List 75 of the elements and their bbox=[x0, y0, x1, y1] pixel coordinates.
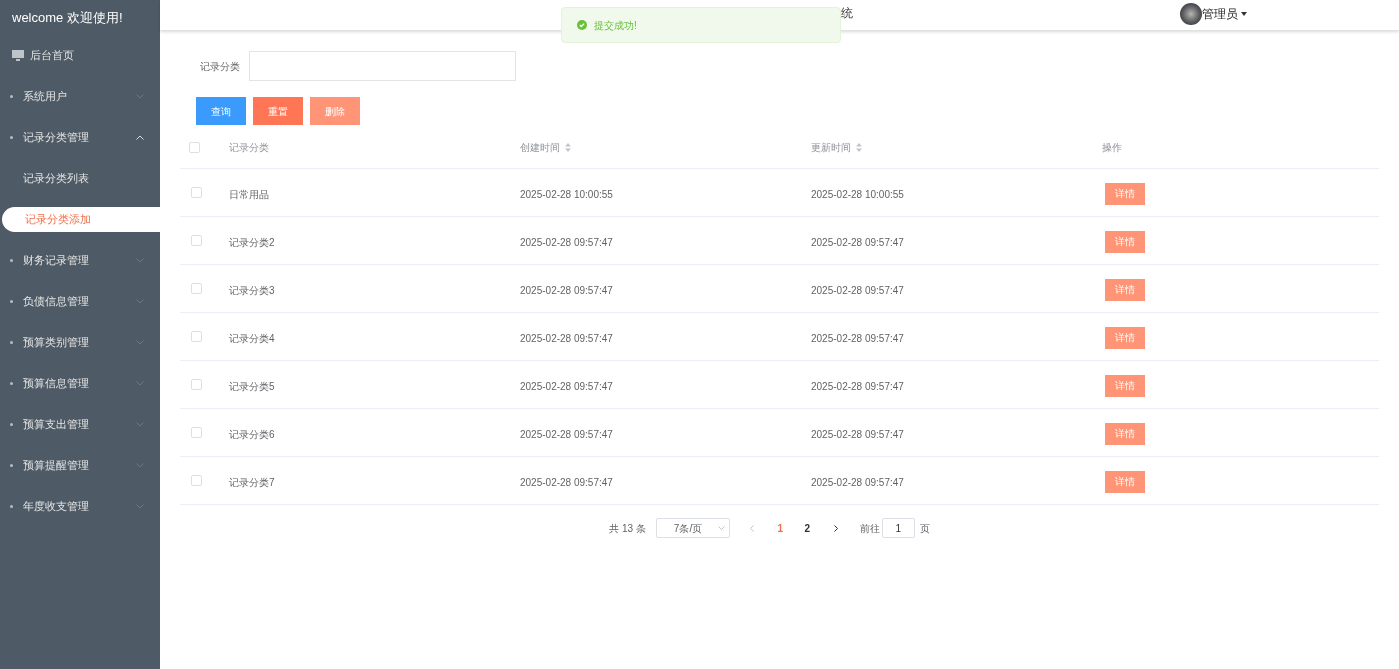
chevron-down-icon bbox=[136, 463, 144, 468]
chevron-down-icon bbox=[136, 340, 144, 345]
checkbox[interactable] bbox=[189, 141, 200, 153]
table-cell: 2025-02-28 09:57:47 bbox=[520, 236, 613, 248]
table-cell: 2025-02-28 09:57:47 bbox=[811, 476, 904, 488]
table-cell: 2025-02-28 10:00:55 bbox=[520, 188, 613, 200]
table-cell: 记录分类6 bbox=[229, 428, 275, 440]
previous-page-icon[interactable] bbox=[749, 524, 754, 532]
checkbox[interactable] bbox=[191, 331, 202, 342]
table-cell: 2025-02-28 09:57:47 bbox=[811, 380, 904, 392]
system-title: 统 bbox=[841, 5, 853, 22]
goto-label: 前往 bbox=[859, 521, 880, 536]
table-cell: 2025-02-28 10:00:55 bbox=[811, 188, 904, 200]
column-header[interactable]: 创建时间 bbox=[520, 139, 560, 155]
menu-item[interactable]: 预算支出管理 bbox=[0, 404, 160, 445]
menu-item[interactable]: 后台首页 bbox=[0, 35, 160, 76]
sort-icon[interactable] bbox=[856, 142, 862, 152]
checkbox[interactable] bbox=[191, 379, 202, 390]
column-header: 记录分类 bbox=[229, 140, 269, 155]
column-header: 操作 bbox=[1102, 140, 1122, 155]
menu-item[interactable]: 负债信息管理 bbox=[0, 281, 160, 322]
chevron-down-icon bbox=[136, 422, 144, 427]
chevron-up-icon bbox=[136, 135, 144, 140]
total-count: 共 13 条 bbox=[609, 521, 646, 536]
chevron-down-icon bbox=[136, 94, 144, 99]
table-cell: 记录分类5 bbox=[229, 380, 275, 392]
table-cell: 记录分类2 bbox=[229, 236, 275, 248]
table-cell: 2025-02-28 09:57:47 bbox=[811, 236, 904, 248]
menu-item[interactable]: 预算提醒管理 bbox=[0, 445, 160, 486]
table-cell: 2025-02-28 09:57:47 bbox=[520, 476, 613, 488]
sort-icon[interactable] bbox=[565, 142, 571, 152]
table-cell: 2025-02-28 09:57:47 bbox=[520, 284, 613, 296]
menu-item[interactable]: 预算信息管理 bbox=[0, 363, 160, 404]
chevron-down-icon bbox=[136, 258, 144, 263]
table-cell: 2025-02-28 09:57:47 bbox=[520, 428, 613, 440]
submenu-item[interactable]: 记录分类添加 bbox=[2, 207, 160, 232]
field-label: 记录分类 bbox=[200, 59, 240, 74]
table-cell: 2025-02-28 09:57:47 bbox=[811, 332, 904, 344]
caret-icon[interactable] bbox=[1241, 12, 1247, 16]
checkbox[interactable] bbox=[191, 475, 202, 486]
category-input[interactable] bbox=[249, 51, 516, 81]
chevron-down-icon bbox=[717, 526, 725, 530]
table-cell: 2025-02-28 09:57:47 bbox=[520, 332, 613, 344]
menu-item[interactable]: 记录分类管理 bbox=[0, 117, 160, 158]
sidebar-title: welcome 欢迎使用! bbox=[12, 8, 123, 27]
menu-item[interactable]: 财务记录管理 bbox=[0, 240, 160, 281]
submenu-item[interactable]: 记录分类列表 bbox=[0, 166, 160, 191]
table-cell: 记录分类7 bbox=[229, 476, 275, 488]
menu-item[interactable]: 预算类别管理 bbox=[0, 322, 160, 363]
checkbox[interactable] bbox=[191, 235, 202, 246]
chevron-down-icon bbox=[136, 381, 144, 386]
page-size-select[interactable]: 7条/页 bbox=[655, 518, 730, 538]
page-number[interactable]: 2 bbox=[798, 520, 816, 536]
column-header[interactable]: 更新时间 bbox=[811, 139, 851, 155]
menu-item[interactable]: 系统用户 bbox=[0, 76, 160, 117]
table-cell: 日常用品 bbox=[229, 188, 269, 200]
chevron-down-icon bbox=[136, 299, 144, 304]
checkbox[interactable] bbox=[191, 187, 202, 198]
table-cell: 2025-02-28 09:57:47 bbox=[811, 284, 904, 296]
checkbox[interactable] bbox=[191, 283, 202, 294]
monitor-icon bbox=[12, 50, 24, 61]
goto-suffix: 页 bbox=[919, 521, 930, 536]
chevron-down-icon bbox=[136, 504, 144, 509]
table-cell: 2025-02-28 09:57:47 bbox=[811, 428, 904, 440]
table-cell: 记录分类3 bbox=[229, 284, 275, 296]
next-page-icon[interactable] bbox=[833, 524, 838, 532]
table-cell: 记录分类4 bbox=[229, 332, 275, 344]
table-cell: 2025-02-28 09:57:47 bbox=[520, 380, 613, 392]
menu-item[interactable]: 年度收支管理 bbox=[0, 486, 160, 527]
success-icon bbox=[577, 20, 587, 30]
user-name[interactable]: 管理员 bbox=[1202, 5, 1238, 23]
avatar[interactable] bbox=[1180, 3, 1202, 25]
page-input[interactable]: 1 bbox=[881, 518, 915, 538]
checkbox[interactable] bbox=[191, 427, 202, 438]
success-toast: 提交成功! bbox=[561, 7, 841, 43]
